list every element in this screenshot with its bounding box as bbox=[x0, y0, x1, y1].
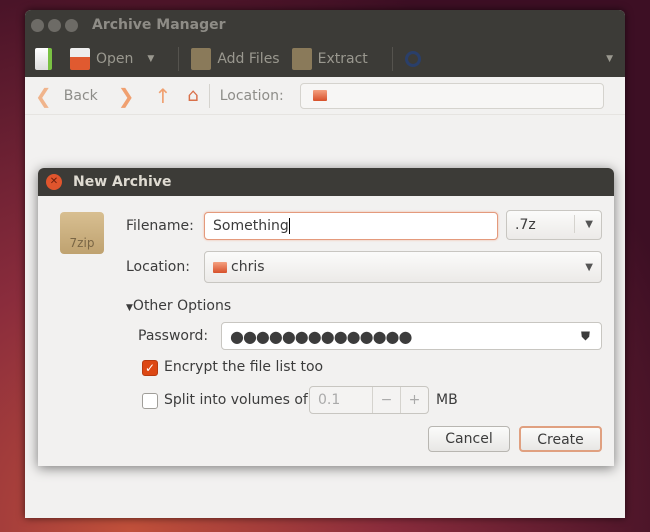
up-icon[interactable]: ↑ bbox=[155, 84, 172, 108]
location-dropdown[interactable]: chris ▼ bbox=[204, 251, 602, 283]
dialog-title: New Archive bbox=[73, 174, 172, 190]
new-file-icon bbox=[35, 47, 52, 70]
filename-value: Something bbox=[213, 218, 289, 234]
search-icon bbox=[404, 50, 421, 67]
add-files-label: Add Files bbox=[217, 50, 280, 67]
location-label: Location: bbox=[219, 87, 284, 104]
navigation-bar: ❮ Back ❯ ↑ ⌂ Location: bbox=[25, 77, 625, 115]
archive-type-label: 7zip bbox=[69, 236, 95, 250]
decrement-button[interactable]: − bbox=[372, 387, 400, 413]
open-button[interactable]: Open ▼ bbox=[70, 47, 154, 70]
chevron-down-icon: ▼ bbox=[585, 219, 593, 230]
split-volumes-checkbox[interactable] bbox=[142, 393, 158, 409]
increment-button[interactable]: + bbox=[400, 387, 428, 413]
encrypt-label: Encrypt the file list too bbox=[164, 359, 324, 375]
dialog-titlebar: ✕ New Archive bbox=[38, 168, 614, 196]
extract-label: Extract bbox=[317, 50, 368, 67]
filename-label: Filename: bbox=[126, 218, 194, 234]
shield-icon: ⛊ bbox=[580, 328, 590, 343]
back-button[interactable]: Back bbox=[64, 88, 98, 104]
other-options-label: Other Options bbox=[132, 298, 232, 314]
cancel-button[interactable]: Cancel bbox=[428, 426, 510, 452]
volume-unit-label: MB bbox=[436, 392, 458, 408]
password-label: Password: bbox=[138, 328, 209, 344]
split-label: Split into volumes of bbox=[164, 392, 308, 408]
window-titlebar: Archive Manager bbox=[25, 10, 625, 40]
new-archive-button[interactable] bbox=[35, 47, 58, 70]
extract-icon bbox=[291, 47, 312, 70]
encrypt-file-list-checkbox[interactable]: ✓ bbox=[142, 360, 158, 376]
password-value: ●●●●●●●●●●●●●● bbox=[230, 326, 412, 346]
minimize-window-button[interactable] bbox=[48, 18, 61, 32]
dialog-close-button[interactable]: ✕ bbox=[46, 174, 62, 190]
location-field[interactable] bbox=[299, 82, 604, 109]
close-window-button[interactable] bbox=[31, 18, 44, 32]
home-icon[interactable]: ⌂ bbox=[187, 85, 198, 106]
location-label: Location: bbox=[126, 259, 190, 275]
open-label: Open bbox=[96, 50, 134, 67]
format-value: .7z bbox=[515, 217, 536, 233]
extract-button[interactable]: Extract bbox=[291, 47, 368, 70]
add-files-button[interactable]: Add Files bbox=[191, 47, 280, 70]
search-button[interactable] bbox=[404, 50, 421, 67]
nav-separator bbox=[208, 83, 210, 108]
toolbar-separator bbox=[391, 46, 393, 71]
chevron-down-icon: ▼ bbox=[585, 262, 593, 273]
folder-icon bbox=[312, 90, 327, 101]
toolbar-overflow-icon[interactable]: ▼ bbox=[606, 54, 613, 64]
format-dropdown[interactable]: .7z ▼ bbox=[506, 210, 602, 240]
archive-box-icon: 7zip bbox=[60, 212, 104, 254]
password-input[interactable]: ●●●●●●●●●●●●●● ⛊ bbox=[221, 322, 602, 350]
location-value: chris bbox=[231, 259, 265, 275]
dropdown-separator bbox=[574, 215, 575, 233]
toolbar: Open ▼ Add Files Extract ▼ bbox=[25, 40, 625, 77]
home-folder-icon bbox=[213, 261, 227, 273]
expander-triangle-icon: ▼ bbox=[126, 303, 133, 313]
toolbar-separator bbox=[178, 46, 180, 71]
add-files-icon bbox=[191, 47, 212, 70]
open-dropdown-icon[interactable]: ▼ bbox=[147, 54, 154, 64]
back-icon[interactable]: ❮ bbox=[35, 84, 52, 108]
forward-icon[interactable]: ❯ bbox=[118, 84, 135, 108]
create-button[interactable]: Create bbox=[519, 426, 602, 452]
volume-size-value: 0.1 bbox=[318, 392, 341, 408]
filename-input[interactable]: Something bbox=[204, 212, 498, 240]
other-options-expander[interactable]: ▼Other Options bbox=[126, 298, 231, 314]
maximize-window-button[interactable] bbox=[65, 18, 78, 32]
volume-size-stepper[interactable]: 0.1 − + bbox=[309, 386, 429, 414]
open-archive-icon bbox=[70, 47, 90, 70]
window-title: Archive Manager bbox=[92, 17, 226, 33]
new-archive-dialog: ✕ New Archive 7zip Filename: Something .… bbox=[38, 168, 614, 466]
